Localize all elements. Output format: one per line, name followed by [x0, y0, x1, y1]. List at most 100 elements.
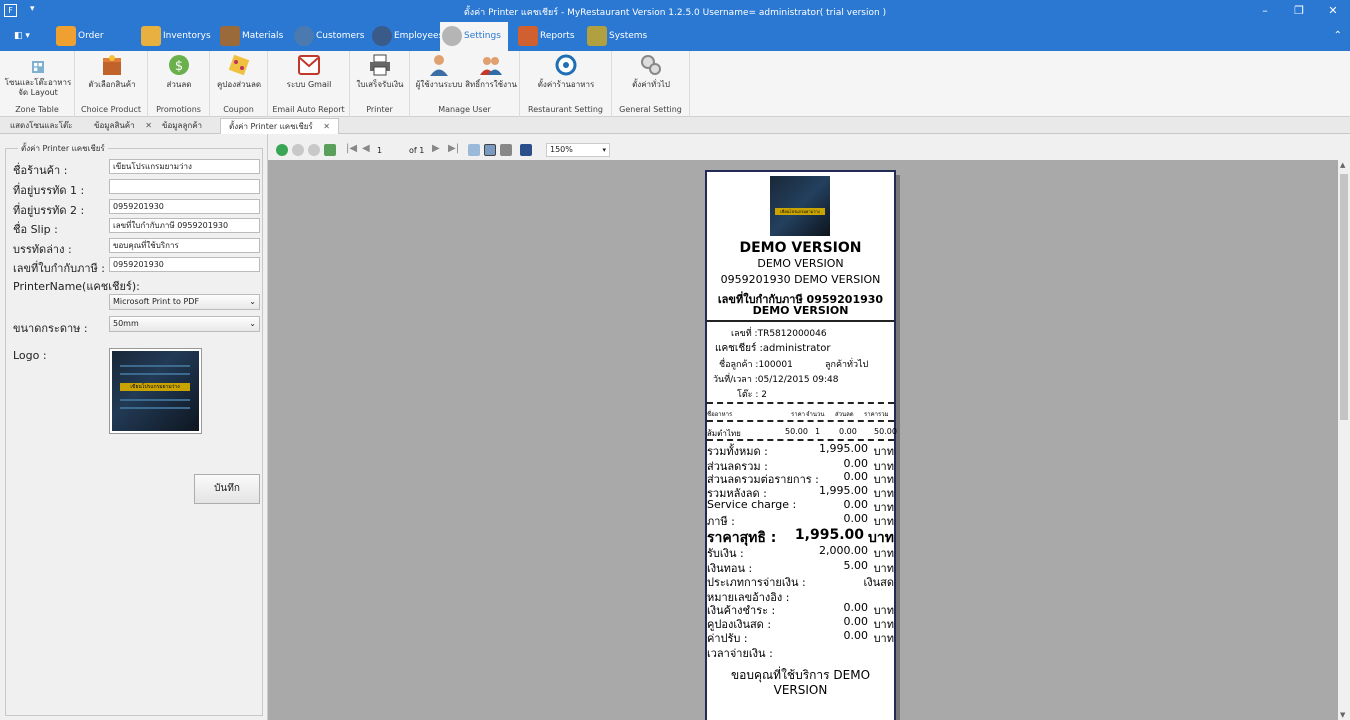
menu-tab-systems[interactable]: Systems [585, 22, 647, 51]
logo-image: เขียนโปรแกรมยามว่าง [112, 351, 199, 431]
user-icon [294, 26, 314, 46]
address2-input[interactable]: 0959201930 [109, 199, 260, 214]
paper-size-select[interactable]: 50mm ⌄ [109, 316, 260, 332]
system-user-button[interactable]: ผู้ใช้งานระบบ [412, 53, 466, 90]
user-permission-button[interactable]: สิทธิ์การใช้งาน [464, 53, 518, 90]
print-icon[interactable] [500, 144, 512, 156]
employee-icon [372, 26, 392, 46]
svg-text:$: $ [175, 59, 183, 74]
doc-tab-zone-table[interactable]: แสดงโซนและโต๊ะ [2, 118, 80, 134]
gears-icon [442, 26, 462, 46]
logo-picture-box[interactable]: เขียนโปรแกรมยามว่าง [109, 348, 202, 434]
doc-tab-product-info[interactable]: ข้อมูลสินค้า ✕ [86, 118, 160, 134]
gmail-button[interactable]: ระบบ Gmail [282, 53, 336, 90]
receipt-col-qty: จำนวน [806, 411, 825, 418]
receipt-col-price: ราคา [791, 411, 805, 418]
app-menu-button[interactable]: ◧ ▾ [8, 22, 38, 51]
menu-tab-materials[interactable]: Materials [218, 22, 286, 51]
discount-button[interactable]: $ ส่วนลด [152, 53, 206, 90]
zoom-select[interactable]: 150% ▾ [546, 143, 610, 157]
minimize-button[interactable]: – [1256, 3, 1274, 19]
page-setup-icon[interactable] [484, 144, 496, 156]
printer-name-label: PrinterName(แคชเชียร์): [13, 280, 140, 293]
ribbon-group-email-auto-report: ระบบ Gmail Email Auto Report [268, 51, 350, 117]
export-icon[interactable] [520, 144, 532, 156]
close-tab-icon[interactable]: ✕ [145, 121, 152, 130]
scrollbar-thumb[interactable] [1340, 174, 1348, 420]
receipt-col-total: ราคารวม [864, 411, 889, 418]
save-button[interactable]: บันทึก [194, 474, 260, 504]
ribbon-collapse-button[interactable]: ⌃ [1334, 30, 1342, 41]
document-tab-strip: แสดงโซนและโต๊ะ ข้อมูลสินค้า ✕ ข้อมูลลูกค… [0, 117, 1350, 134]
receipt-cashier: แคชเชียร์ :administrator [715, 343, 831, 354]
page-count-label: of 1 [409, 146, 425, 155]
menu-tab-customers[interactable]: Customers [292, 22, 364, 51]
page-number-input[interactable]: 1 [374, 144, 404, 157]
zone-table-layout-button[interactable]: โซนและโต๊ะอาหาร จัด Layout [4, 53, 72, 98]
receipt-tax-line2: DEMO VERSION [752, 304, 849, 317]
receipt-address2: DEMO VERSION [757, 257, 844, 270]
ribbon: โซนและโต๊ะอาหาร จัด Layout Zone Table ตั… [0, 51, 1350, 117]
tax-id-input[interactable]: 0959201930 [109, 257, 260, 272]
first-page-icon[interactable]: |◀ [346, 143, 357, 154]
next-page-icon[interactable]: ▶ [432, 143, 440, 154]
receipt-customer: ชื่อลูกค้า :100001 [719, 360, 793, 370]
address1-label: ที่อยู่บรรทัด 1 : [13, 184, 85, 197]
ribbon-group-manage-user: ผู้ใช้งานระบบ สิทธิ์การใช้งาน Manage Use… [410, 51, 520, 117]
chevron-down-icon: ⌄ [249, 319, 256, 328]
choice-product-button[interactable]: ตัวเลือกสินค้า [79, 53, 145, 90]
report-viewer: |◀ ◀ 1 of 1 ▶ ▶| 150% ▾ เขียนโปรแกรมยามว… [268, 134, 1350, 720]
last-page-icon[interactable]: ▶| [448, 143, 459, 154]
receipt-customer-name: ลูกค้าทั่วไป [825, 360, 869, 370]
checklist-icon [56, 26, 76, 46]
close-button[interactable]: ✕ [1324, 3, 1342, 19]
ribbon-group-choice-product: ตัวเลือกสินค้า Choice Product [75, 51, 148, 117]
address1-input[interactable] [109, 179, 260, 194]
main-menu-bar: ◧ ▾ Order Foods Inventorys Materials Cus… [0, 22, 1350, 70]
bottom-line-input[interactable]: ขอบคุณที่ใช้บริการ [109, 238, 260, 253]
slip-name-input[interactable]: เลขที่ใบกำกับภาษี 0959201930 [109, 218, 260, 233]
general-setting-button[interactable]: ตั้งค่าทั่วไป [624, 53, 678, 90]
close-tab-icon[interactable]: ✕ [323, 122, 330, 131]
coupon-button[interactable]: คูปองส่วนลด [212, 53, 266, 90]
product-box-icon [103, 55, 121, 75]
ribbon-group-restaurant-setting: ตั้งค่าร้านอาหาร Restaurant Setting [520, 51, 612, 117]
menu-tab-order-foods[interactable]: Order Foods [54, 22, 132, 70]
doc-tab-customer-info[interactable]: ข้อมูลลูกค้า [154, 118, 210, 134]
report-icon [518, 26, 538, 46]
paper-size-label: ขนาดกระดาษ : [13, 322, 88, 335]
doc-tab-printer-setting[interactable]: ตั้งค่า Printer แคชเชียร์ ✕ [220, 118, 339, 134]
address2-label: ที่อยู่บรรทัด 2 : [13, 204, 85, 217]
menu-tab-inventorys[interactable]: Inventorys [139, 22, 211, 51]
restaurant-setting-button[interactable]: ตั้งค่าร้านอาหาร [536, 53, 596, 90]
restore-button[interactable]: ❐ [1290, 3, 1308, 19]
printer-name-select[interactable]: Microsoft Print to PDF ⌄ [109, 294, 260, 310]
receipt-logo: เขียนโปรแกรมยามว่าง [770, 176, 830, 236]
title-bar: F ▾ ตั้งค่า Printer แคชเชียร์ - MyRestau… [0, 0, 1350, 22]
ribbon-group-general-setting: ตั้งค่าทั่วไป General Setting [612, 51, 690, 117]
receipt-printer-button[interactable]: ใบเสร็จรับเงิน [353, 53, 407, 90]
scroll-up-icon[interactable]: ▲ [1340, 161, 1345, 169]
slip-name-label: ชื่อ Slip : [13, 223, 58, 236]
forward-icon[interactable] [292, 144, 304, 156]
dollar-coin-icon: $ [169, 55, 189, 75]
prev-page-icon[interactable]: ◀ [362, 143, 370, 154]
refresh-icon[interactable] [324, 144, 336, 156]
books-icon [220, 26, 240, 46]
user-icon [430, 55, 448, 76]
stop-icon[interactable] [308, 144, 320, 156]
shop-name-input[interactable]: เขียนโปรแกรมยามว่าง [109, 159, 260, 174]
menu-tab-employees[interactable]: Employees [370, 22, 443, 51]
ribbon-group-printer: ใบเสร็จรับเงิน Printer [350, 51, 410, 117]
gears-icon [641, 55, 661, 75]
back-icon[interactable] [276, 144, 288, 156]
menu-tab-reports[interactable]: Reports [516, 22, 576, 51]
menu-tab-settings[interactable]: Settings [440, 22, 508, 51]
print-layout-icon[interactable] [468, 144, 480, 156]
ribbon-group-zone-table: โซนและโต๊ะอาหาร จัด Layout Zone Table [0, 51, 75, 117]
scroll-down-icon[interactable]: ▼ [1340, 711, 1345, 719]
chevron-down-icon: ▾ [602, 146, 606, 154]
report-toolbar: |◀ ◀ 1 of 1 ▶ ▶| 150% ▾ [268, 142, 1350, 159]
lock-icon [587, 26, 607, 46]
vertical-scrollbar[interactable]: ▲ ▼ [1338, 160, 1350, 720]
